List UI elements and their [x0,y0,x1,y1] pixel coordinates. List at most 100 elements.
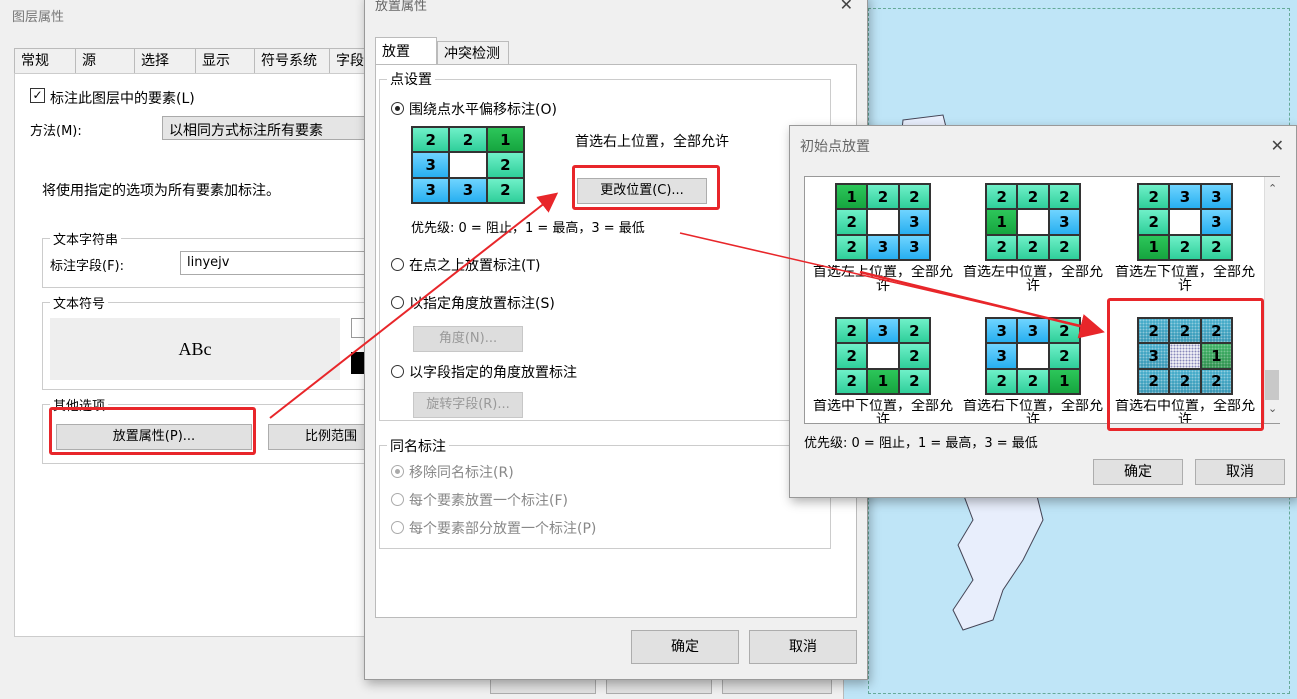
angle-button[interactable]: 角度(N)... [413,326,523,352]
placement-grid-cell [449,152,487,178]
option-2-cell: 2 [986,184,1018,210]
option-2-cell [1017,209,1049,235]
option-1-cell: 2 [836,234,868,260]
placement-option-caption: 首选中下位置，全部允许 [813,399,953,424]
option-5-cell: 2 [986,368,1018,394]
option-4-cell: 2 [898,318,930,344]
option-1-cell: 3 [898,209,930,235]
ok-button[interactable]: 确定 [631,630,739,664]
placement-button-highlight [49,407,256,455]
placement-option-caption: 首选左下位置，全部允许 [1115,265,1255,294]
option-3-cell [1169,209,1201,235]
scrollbar-thumb[interactable] [1265,370,1279,400]
option-1-cell [867,209,899,235]
method-select[interactable]: 以相同方式标注所有要素 [162,116,366,140]
placement-grid-cell: 2 [412,127,450,153]
placement-option-1[interactable]: 12223233 [835,183,931,261]
initial-priority-legend: 优先级: 0 = 阻止，1 = 最高，3 = 最低 [804,436,1038,451]
option-5-cell: 3 [1017,318,1049,344]
one-per-feature-label: 每个要素放置一个标注(F) [409,493,568,509]
placement-grid-cell: 3 [412,152,450,178]
option-5-cell: 3 [986,318,1018,344]
option-1-cell: 1 [836,184,868,210]
radio-one-per-part[interactable] [391,521,404,534]
option-4-cell: 2 [836,318,868,344]
radio-above-point[interactable] [391,258,404,271]
symbol-preview[interactable]: ABc [50,318,340,380]
radio-field-angle-label: 以字段指定的角度放置标注 [409,365,577,381]
tab-display[interactable]: 显示 [195,48,257,73]
remove-duplicates-label: 移除同名标注(R) [409,465,514,481]
option-4-cell: 3 [867,318,899,344]
placement-option-2[interactable]: 22213222 [985,183,1081,261]
option-2-cell: 2 [1048,234,1080,260]
label-checkbox[interactable]: ✓ [30,88,45,103]
tab-general[interactable]: 常规 [14,48,78,73]
tab-selection[interactable]: 选择 [134,48,198,73]
option-4-cell [867,343,899,369]
tab-source[interactable]: 源 [75,48,135,73]
initial-dialog-title: 初始点放置 [800,139,870,155]
placement-option-5[interactable]: 33232221 [985,317,1081,395]
radio-angle[interactable] [391,296,404,309]
close-icon[interactable]: ✕ [840,0,853,14]
option-5-cell: 2 [1048,318,1080,344]
scroll-down-icon[interactable]: ⌄ [1268,402,1277,415]
radio-angle-label: 以指定角度放置标注(S) [409,296,555,312]
option-5-cell: 1 [1048,368,1080,394]
placement-option-4[interactable]: 23222212 [835,317,931,395]
text-string-group-label: 文本字符串 [50,229,122,248]
placement-grid-cell: 2 [486,152,524,178]
option-3-cell: 3 [1200,184,1232,210]
window-title: 图层属性 [12,10,65,25]
tab-conflict-detection[interactable]: 冲突检测 [437,41,509,65]
priority-legend: 优先级: 0 = 阻止，1 = 最高，3 = 最低 [411,221,645,236]
radio-offset[interactable] [391,102,404,115]
option-5-cell: 2 [1017,368,1049,394]
option-5-cell [1017,343,1049,369]
placement-grid: 22132332 [411,126,525,204]
option-1-cell: 3 [898,234,930,260]
placement-option-caption: 首选左上位置，全部允许 [813,265,953,294]
scale-range-button[interactable]: 比例范围 [268,424,366,450]
radio-one-per-feature[interactable] [391,493,404,506]
initial-cancel-button[interactable]: 取消 [1195,459,1285,485]
rotation-field-button[interactable]: 旋转字段(R)... [413,392,523,418]
selected-placement-desc: 首选右上位置，全部允许 [575,134,729,150]
text-symbol-group-label: 文本符号 [50,293,109,312]
label-field-select[interactable]: linyejv [180,251,366,275]
placement-option-caption: 首选左中位置，全部允许 [963,265,1103,294]
option-2-cell: 2 [986,234,1018,260]
point-settings-label: 点设置 [387,69,435,89]
option-4-cell: 2 [898,343,930,369]
tab-symbology[interactable]: 符号系统 [254,48,332,73]
dialog-title: 放置属性 [375,0,428,14]
radio-above-label: 在点之上放置标注(T) [409,258,541,274]
initial-ok-button[interactable]: 确定 [1093,459,1183,485]
selected-option-highlight [1107,298,1264,431]
placement-grid-cell: 3 [449,177,487,203]
cancel-button[interactable]: 取消 [749,630,857,664]
option-1-cell: 2 [898,184,930,210]
placement-grid-cell: 2 [486,177,524,203]
radio-field-angle[interactable] [391,365,404,378]
placement-option-caption: 首选右下位置，全部允许 [963,399,1103,424]
option-3-cell: 3 [1200,209,1232,235]
placement-grid-cell: 3 [412,177,450,203]
option-1-cell: 3 [867,234,899,260]
radio-remove-duplicates[interactable] [391,465,404,478]
placement-option-3[interactable]: 23323122 [1137,183,1233,261]
placement-grid-cell: 1 [486,127,524,153]
option-3-cell: 2 [1138,184,1170,210]
option-4-cell: 2 [836,343,868,369]
option-1-cell: 2 [836,209,868,235]
option-3-cell: 2 [1169,234,1201,260]
option-4-cell: 1 [867,368,899,394]
scroll-up-icon[interactable]: ⌃ [1268,182,1277,195]
option-5-cell: 2 [1048,343,1080,369]
option-2-cell: 2 [1017,234,1049,260]
option-1-cell: 2 [867,184,899,210]
tab-placement[interactable]: 放置 [375,37,437,65]
close-icon[interactable]: ✕ [1271,136,1284,155]
option-3-cell: 2 [1200,234,1232,260]
